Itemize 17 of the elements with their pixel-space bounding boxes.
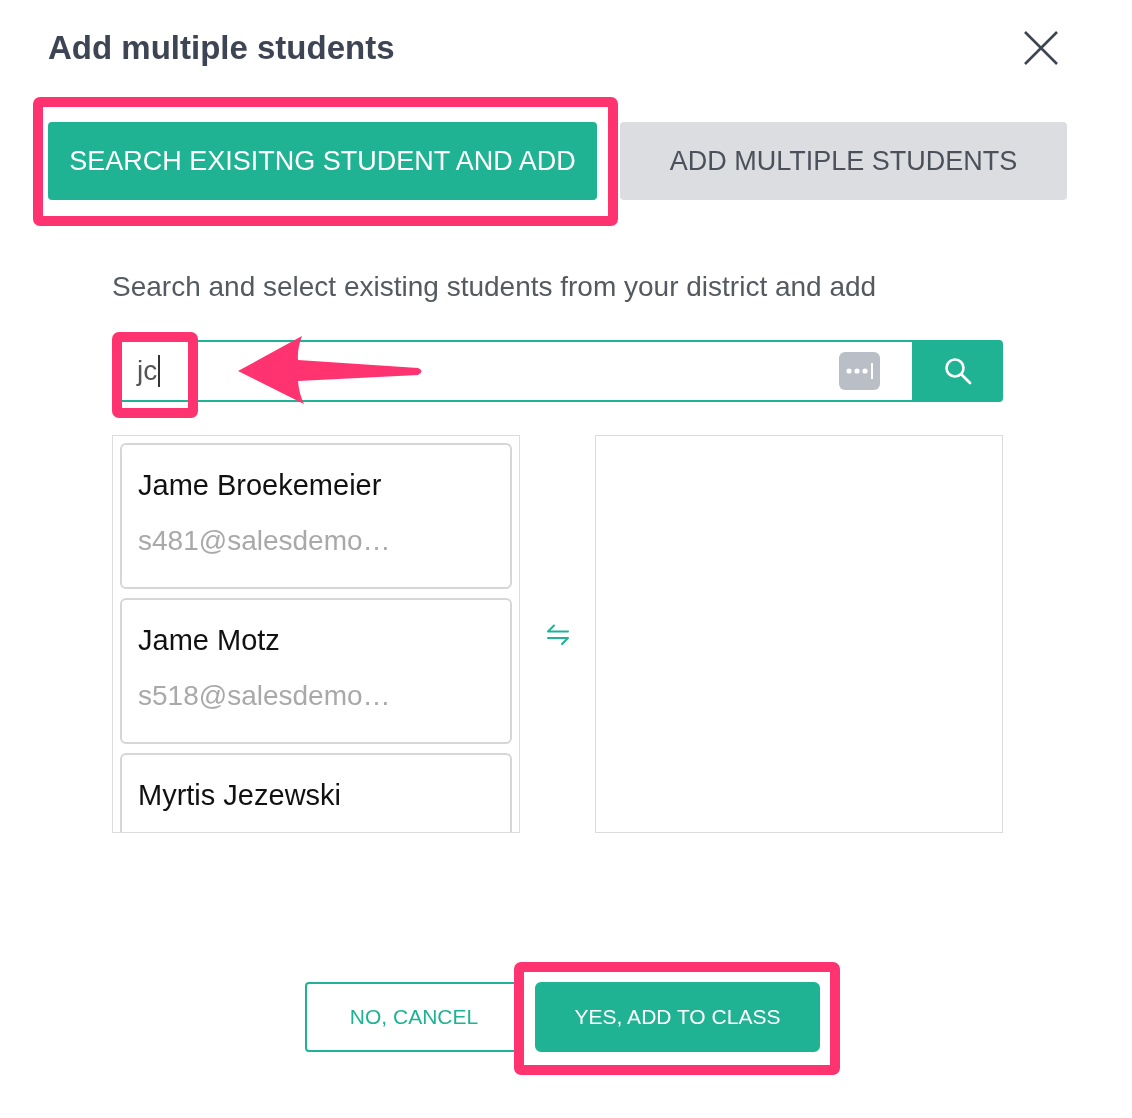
instructions-text: Search and select existing students from your district and add <box>112 270 878 304</box>
student-email: s518@salesdemo… <box>138 679 392 713</box>
tab[interactable]: ADD MULTIPLE STUDENTS <box>620 122 1067 200</box>
student-name: Jame Broekemeier <box>138 468 383 503</box>
swap-arrows-icon[interactable] <box>545 623 570 645</box>
student-card[interactable]: Jame Broekemeier s481@salesdemo… <box>120 443 512 589</box>
student-card[interactable]: Jame Motz s518@salesdemo… <box>120 598 512 744</box>
student-email: s481@salesdemo… <box>138 524 392 558</box>
ellipsis-icon[interactable] <box>839 352 880 390</box>
dialog-title: Add multiple students <box>48 28 395 68</box>
close-icon[interactable] <box>1024 31 1058 65</box>
search-button[interactable] <box>912 340 1003 402</box>
search-icon <box>943 357 972 385</box>
student-name: Myrtis Jezewski <box>138 778 342 813</box>
student-card[interactable]: Myrtis Jezewski <box>120 753 512 832</box>
student-name: Jame Motz <box>138 623 281 658</box>
text-cursor-icon <box>158 355 161 387</box>
